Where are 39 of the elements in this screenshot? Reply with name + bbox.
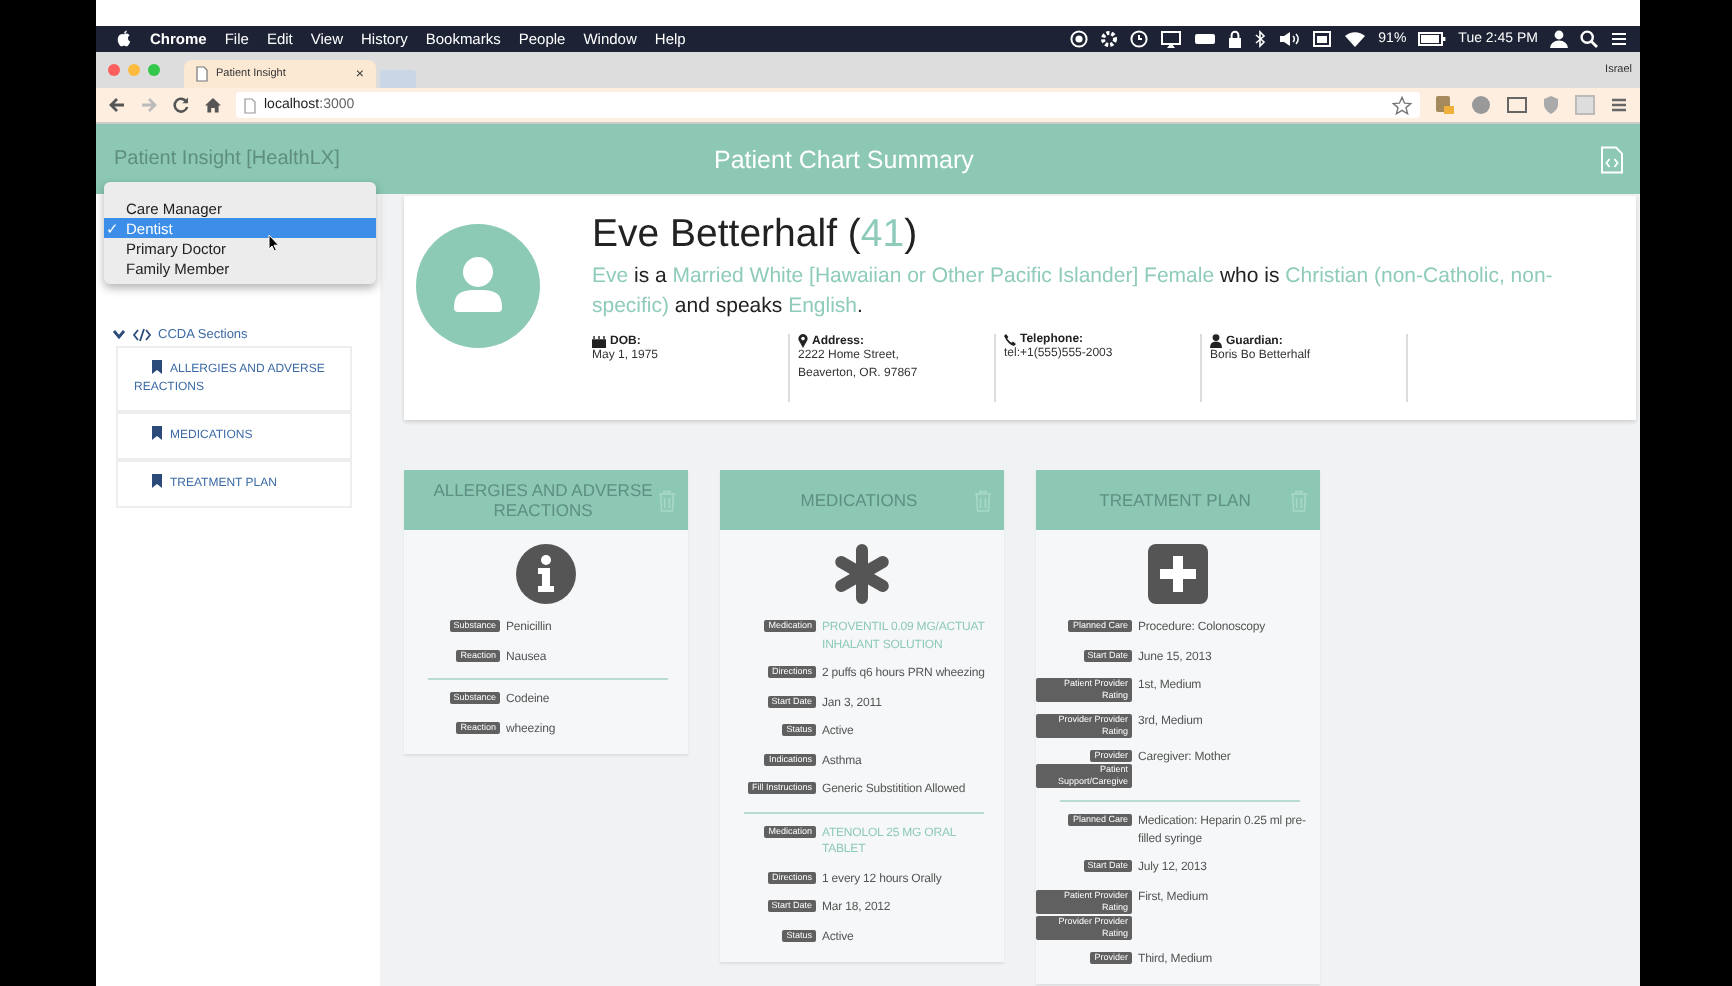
map-pin-icon — [798, 334, 808, 348]
phone-icon — [1004, 334, 1016, 346]
window-icon[interactable] — [1312, 30, 1333, 48]
clock-icon[interactable] — [1130, 30, 1149, 48]
card-title: TREATMENT PLAN — [1097, 490, 1253, 510]
user-icon[interactable] — [1550, 30, 1568, 48]
apple-icon[interactable] — [116, 30, 132, 48]
home-icon[interactable] — [204, 96, 222, 114]
page-title: Patient Chart Summary — [714, 145, 976, 173]
card-title: MEDICATIONS — [798, 490, 920, 510]
bookmark-icon — [152, 360, 162, 374]
volume-icon[interactable] — [1278, 30, 1301, 48]
page-icon — [196, 66, 208, 82]
menu-icon[interactable] — [1610, 94, 1628, 116]
code-icon — [132, 327, 152, 341]
bookmark-icon — [152, 474, 162, 488]
list-icon[interactable] — [1610, 30, 1628, 48]
patient-name: Eve Betterhalf (41) — [592, 212, 920, 258]
display-icon[interactable] — [1160, 30, 1183, 48]
patient-summary: Eve is a Married White [Hawaiian or Other Pacific Islander] Female who is Christian (non-Catholic, non-specific) and speaks English. — [592, 262, 1555, 322]
back-icon[interactable] — [108, 96, 126, 114]
star-icon[interactable] — [1392, 95, 1412, 115]
mouse-cursor-icon — [268, 234, 280, 252]
card-title: ALLERGIES AND ADVERSE REACTIONS — [431, 480, 655, 520]
asterisk-icon — [832, 544, 892, 604]
bluetooth-icon[interactable] — [1254, 30, 1267, 48]
user-icon — [1210, 334, 1222, 348]
info-icon — [516, 544, 576, 604]
search-icon[interactable] — [1580, 30, 1598, 48]
avatar-icon — [416, 224, 540, 348]
cast-icon[interactable] — [1506, 94, 1528, 116]
battery-icon[interactable] — [1418, 30, 1447, 48]
reload-icon[interactable] — [172, 96, 190, 114]
lock-icon[interactable] — [1228, 30, 1243, 48]
record-icon[interactable] — [1070, 30, 1089, 48]
wifi-icon[interactable] — [1344, 30, 1367, 48]
page-icon — [244, 97, 256, 113]
plus-square-icon — [1148, 544, 1208, 604]
bookmark-icon — [152, 426, 162, 440]
